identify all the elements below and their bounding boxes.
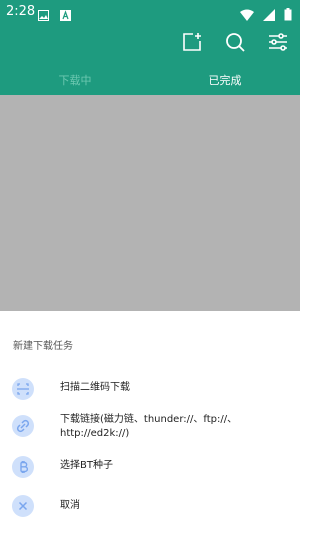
search-icon[interactable]	[223, 30, 247, 54]
image-notification-icon	[38, 6, 49, 21]
tab-downloading[interactable]: 下载中	[0, 72, 150, 88]
select-bt-option[interactable]: 选择BT种子	[0, 447, 300, 487]
scan-icon	[12, 378, 34, 400]
download-link-label: 下载链接(磁力链、thunder://、ftp://、http://ed2k:/…	[60, 414, 238, 439]
new-task-bottom-sheet: 新建下载任务 扫描二维码下载 下载链接(磁力链、thunder://、ftp:/…	[0, 311, 300, 533]
close-icon	[12, 495, 34, 517]
status-bar: 2:28	[0, 0, 300, 24]
link-icon	[12, 415, 34, 437]
signal-icon	[262, 6, 275, 25]
add-task-icon[interactable]	[180, 30, 204, 54]
dim-overlay[interactable]	[0, 95, 300, 311]
status-left-icons	[38, 6, 77, 21]
select-bt-label: 选择BT种子	[60, 460, 113, 471]
tab-bar: 下载中 已完成	[0, 62, 300, 95]
bitcoin-icon	[12, 456, 34, 478]
scan-qr-option[interactable]: 扫描二维码下载	[0, 369, 300, 409]
sheet-title: 新建下载任务	[13, 341, 73, 352]
download-link-option[interactable]: 下载链接(磁力链、thunder://、ftp://、http://ed2k:/…	[0, 409, 300, 449]
app-notification-icon	[60, 6, 72, 21]
filter-icon[interactable]	[266, 30, 290, 54]
status-right-icons	[236, 5, 292, 21]
app-header: 2:28 下载中 已完成	[0, 0, 300, 95]
cancel-option[interactable]: 取消	[0, 487, 300, 527]
battery-icon	[284, 6, 292, 25]
tab-completed[interactable]: 已完成	[150, 72, 300, 88]
wifi-icon	[239, 6, 254, 25]
toolbar	[166, 30, 290, 54]
cancel-label: 取消	[60, 500, 80, 511]
scan-qr-label: 扫描二维码下载	[60, 382, 130, 393]
status-time: 2:28	[6, 4, 36, 19]
